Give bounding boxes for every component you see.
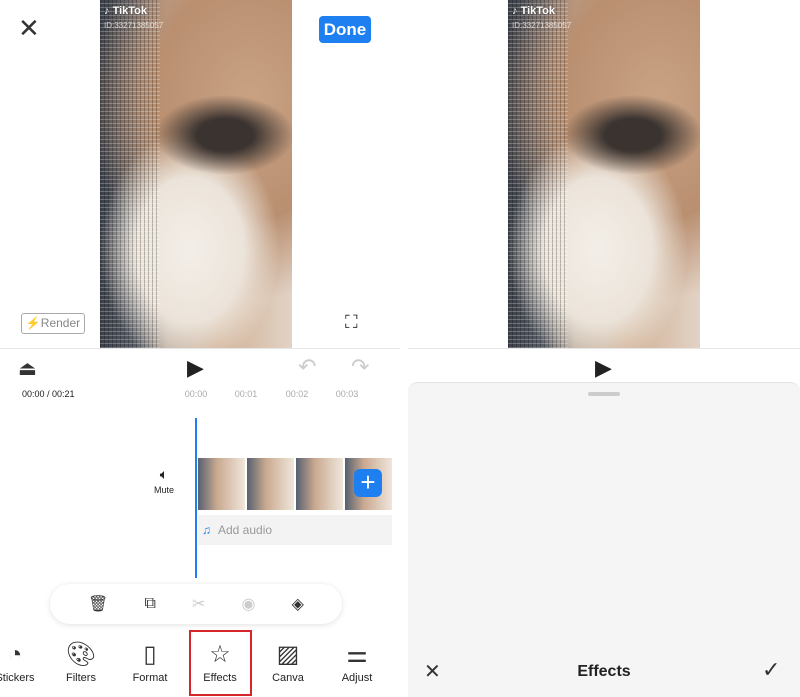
- mute-label: Mute: [153, 485, 174, 495]
- watermark-id: ID:33271385057: [512, 21, 572, 30]
- play-button[interactable]: ▶: [187, 355, 204, 381]
- split-icon[interactable]: ✂: [192, 594, 205, 614]
- tiktok-watermark: ♪ TikTok: [104, 5, 147, 17]
- video-preview[interactable]: ♪ TikTok ID:33271385057: [100, 0, 292, 348]
- tool-format[interactable]: ▯ Format: [117, 638, 183, 684]
- canvas-icon: ▨: [276, 641, 300, 668]
- done-button[interactable]: Done: [319, 16, 371, 43]
- clip-action-bar: 🗑︎ ⧉ ✂ ◉ ◈: [50, 584, 342, 624]
- tool-label: Stickers: [0, 672, 35, 684]
- fullscreen-icon[interactable]: ⛶: [345, 312, 358, 333]
- tool-adjust[interactable]: ⚌ Adjust: [324, 638, 390, 684]
- replace-icon[interactable]: ◈: [292, 594, 304, 614]
- time-display: 00:00 / 00:21: [22, 389, 75, 399]
- divider: [0, 348, 400, 349]
- tool-effects[interactable]: ☆ Effects: [187, 638, 253, 684]
- time-tick: 00:01: [234, 389, 258, 399]
- palette-icon: 🎨︎: [65, 641, 97, 668]
- video-preview[interactable]: ♪ TikTok ID:33271385057: [508, 0, 700, 348]
- close-button[interactable]: ✕: [18, 15, 40, 41]
- hide-icon[interactable]: ◉: [242, 594, 256, 614]
- add-audio-label: Add audio: [218, 523, 273, 537]
- render-button[interactable]: ⚡Render: [21, 313, 85, 334]
- tool-label: Adjust: [341, 672, 373, 684]
- tool-label: Format: [132, 672, 168, 684]
- tiktok-watermark: ♪ TikTok: [512, 5, 555, 17]
- music-add-icon: ♫: [202, 523, 211, 537]
- add-audio-button[interactable]: ♫ Add audio: [198, 515, 392, 545]
- tool-canva[interactable]: ▨ Canva: [255, 638, 321, 684]
- tool-filters[interactable]: 🎨︎ Filters: [48, 638, 114, 684]
- delete-icon[interactable]: 🗑︎: [88, 594, 108, 614]
- sticker-icon: ◔: [7, 641, 23, 668]
- clip-thumbnail: [198, 458, 245, 510]
- confirm-check-icon[interactable]: ✓: [762, 657, 780, 683]
- mute-button[interactable]: 🔈︎ Mute: [148, 466, 180, 495]
- undo-icon[interactable]: ↶: [298, 354, 316, 380]
- effects-icon: ☆: [209, 641, 231, 668]
- render-label: Render: [40, 316, 81, 330]
- divider: [408, 348, 800, 349]
- tool-stickers[interactable]: ◔ Stickers: [0, 638, 48, 684]
- sliders-icon: ⚌: [346, 641, 368, 668]
- watermark-brand: TikTok: [520, 5, 555, 17]
- eject-icon[interactable]: ⏏: [18, 356, 37, 381]
- watermark-brand: TikTok: [112, 5, 147, 17]
- playhead[interactable]: [195, 418, 197, 578]
- duplicate-icon[interactable]: ⧉: [144, 595, 155, 613]
- tool-label: Canva: [272, 672, 304, 684]
- clip-thumbnail: [296, 458, 343, 510]
- drag-handle[interactable]: [588, 392, 620, 396]
- clip-thumbnail: [247, 458, 294, 510]
- redo-icon[interactable]: ↷: [351, 354, 369, 380]
- time-tick: 00:02: [285, 389, 309, 399]
- time-tick: 00:00: [184, 389, 208, 399]
- sheet-title: Effects: [577, 663, 631, 680]
- speaker-icon: 🔈︎: [159, 466, 169, 482]
- add-clip-button[interactable]: +: [354, 469, 382, 497]
- effects-sheet: ✕ Effects ✓: [408, 382, 800, 697]
- watermark-id: ID:33271385057: [104, 21, 164, 30]
- play-button[interactable]: ▶: [595, 355, 612, 381]
- tool-label: Effects: [203, 672, 237, 684]
- format-icon: ▯: [143, 641, 157, 668]
- time-tick: 00:03: [335, 389, 359, 399]
- tool-label: Filters: [66, 672, 96, 684]
